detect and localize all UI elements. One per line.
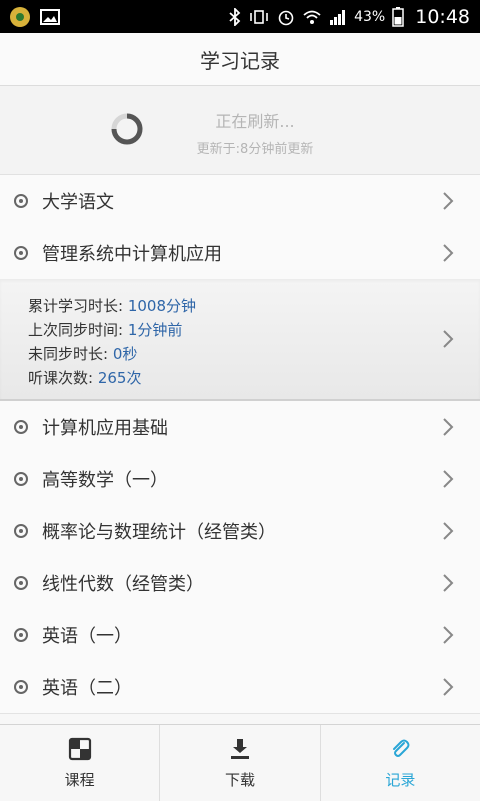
total-study-time: 累计学习时长: 1008分钟 xyxy=(28,297,197,315)
lesson-count-value: 265次 xyxy=(97,369,142,387)
vibrate-icon xyxy=(250,9,268,24)
battery-icon xyxy=(392,6,404,27)
battery-percent: 43% xyxy=(354,8,386,25)
app-header: 学习记录 xyxy=(0,33,480,86)
course-name: 英语（一） xyxy=(42,626,132,647)
course-row[interactable]: 概率论与数理统计（经管类） xyxy=(0,505,480,558)
tab-label: 课程 xyxy=(64,771,95,789)
course-row[interactable]: 英语（二） xyxy=(0,661,480,714)
total-study-value: 1008分钟 xyxy=(127,297,197,315)
tab-records[interactable]: 记录 xyxy=(321,725,480,801)
app-notification-icon xyxy=(10,6,30,27)
chevron-right-icon xyxy=(443,678,454,696)
course-row[interactable]: 线性代数（经管类） xyxy=(0,557,480,610)
clock: 10:48 xyxy=(415,5,470,28)
tab-downloads[interactable]: 下载 xyxy=(160,725,321,801)
chevron-right-icon xyxy=(443,418,454,436)
course-row[interactable]: 管理系统中计算机应用 xyxy=(0,227,480,280)
last-updated: 更新于:8分钟前更新 xyxy=(196,142,314,157)
tab-courses[interactable]: 课程 xyxy=(0,725,161,801)
course-name: 线性代数（经管类） xyxy=(42,574,204,595)
chevron-right-icon xyxy=(443,626,454,644)
paperclip-icon xyxy=(393,739,410,757)
course-name: 高等数学（一） xyxy=(42,470,168,491)
last-sync-value: 1分钟前 xyxy=(127,321,183,339)
unsynced-time: 未同步时长: 0秒 xyxy=(28,345,138,363)
course-name: 英语（二） xyxy=(42,678,132,699)
course-name: 大学语文 xyxy=(42,192,114,213)
signal-icon xyxy=(330,9,346,25)
last-sync-time: 上次同步时间: 1分钟前 xyxy=(28,321,183,339)
radio-dot-icon xyxy=(14,420,28,434)
chevron-right-icon xyxy=(443,522,454,540)
course-row[interactable]: 计算机应用基础 xyxy=(0,401,480,454)
alarm-icon xyxy=(278,10,294,25)
refresh-status: 正在刷新... xyxy=(215,112,295,131)
loading-spinner-icon xyxy=(111,113,143,145)
unsynced-value: 0秒 xyxy=(112,345,138,363)
tab-label: 下载 xyxy=(224,771,255,789)
radio-dot-icon xyxy=(14,194,28,208)
chevron-right-icon xyxy=(443,470,454,488)
radio-dot-icon xyxy=(14,524,28,538)
status-bar: 43% 10:48 xyxy=(0,0,480,33)
chevron-right-icon xyxy=(443,330,454,348)
lesson-count: 听课次数: 265次 xyxy=(28,369,142,387)
radio-dot-icon xyxy=(14,628,28,642)
radio-dot-icon xyxy=(14,472,28,486)
radio-dot-icon xyxy=(14,576,28,590)
radio-dot-icon xyxy=(14,680,28,694)
course-name: 概率论与数理统计（经管类） xyxy=(42,522,276,543)
chevron-right-icon xyxy=(443,574,454,592)
radio-dot-icon xyxy=(14,246,28,260)
course-name: 计算机应用基础 xyxy=(42,418,168,439)
course-row[interactable]: 英语（一） xyxy=(0,609,480,662)
course-name: 管理系统中计算机应用 xyxy=(42,244,222,265)
course-detail-panel[interactable]: 累计学习时长: 1008分钟 上次同步时间: 1分钟前 未同步时长: 0秒 听课… xyxy=(0,279,480,401)
course-row[interactable]: 高等数学（一） xyxy=(0,453,480,506)
wifi-icon xyxy=(303,10,321,24)
page-title: 学习记录 xyxy=(200,48,280,73)
chevron-right-icon xyxy=(443,244,454,262)
course-row[interactable]: 大学语文 xyxy=(0,175,480,228)
bottom-tab-bar: 课程 下载 记录 xyxy=(0,724,480,801)
tab-label: 记录 xyxy=(385,771,416,789)
course-grid-icon xyxy=(68,737,91,761)
bluetooth-icon xyxy=(229,7,241,26)
pull-to-refresh: 正在刷新... 更新于:8分钟前更新 xyxy=(0,86,480,175)
download-icon xyxy=(230,739,249,759)
chevron-right-icon xyxy=(443,192,454,210)
image-notification-icon xyxy=(40,8,60,25)
